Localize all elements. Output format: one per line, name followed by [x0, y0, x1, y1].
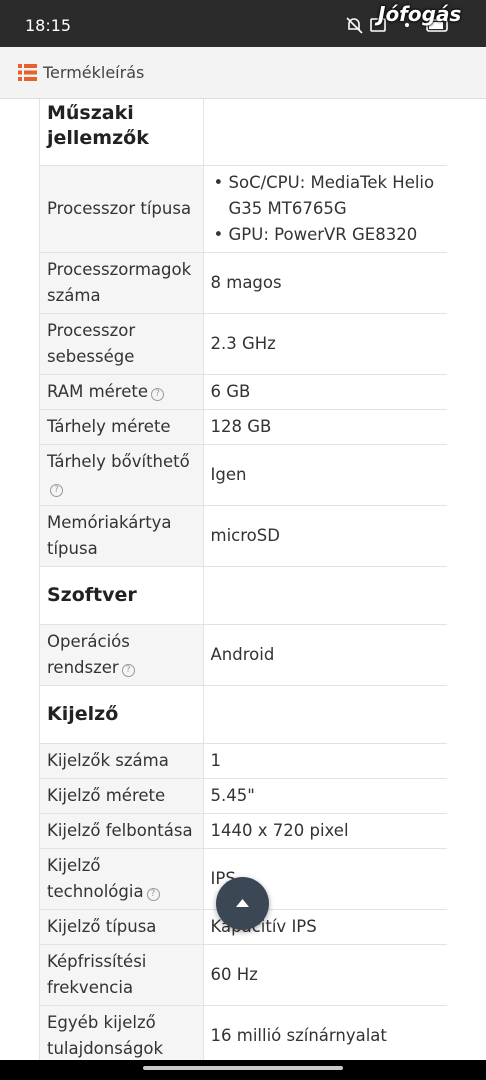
section-empty-cell — [203, 685, 447, 744]
value-text: 16 millió színárnyalat — [210, 1026, 387, 1045]
label-text: Tárhely mérete — [47, 417, 171, 436]
spec-row: Kijelző felbontása 1440 x 720 pixel — [40, 813, 447, 849]
spec-row: Processzormagok száma 8 magos — [40, 252, 447, 314]
label-text: Szoftver — [47, 584, 137, 606]
label-text: RAM mérete — [47, 382, 148, 401]
label-text: Tárhely bővíthető — [47, 452, 190, 471]
value-text: 128 GB — [210, 417, 272, 436]
help-icon[interactable]: ? — [121, 664, 135, 677]
section-empty-cell — [203, 99, 447, 166]
spec-row: Képfrissítési frekvencia 60 Hz — [40, 944, 447, 1006]
label-text: Kijelző típusa — [47, 917, 157, 936]
spec-label: RAM mérete? — [40, 374, 204, 410]
spec-label: Kijelzők száma — [40, 743, 204, 779]
value-text: Igen — [210, 465, 247, 484]
value-bullet-list: SoC/CPU: MediaTek Helio G35 MT6765GGPU: … — [211, 170, 442, 248]
value-text: 60 Hz — [210, 965, 258, 984]
help-icon[interactable]: ? — [146, 888, 160, 901]
spec-value: 8 magos — [203, 252, 447, 314]
spec-value: 2.3 GHz — [203, 313, 447, 375]
spec-row: Kijelző mérete 5.45" — [40, 778, 447, 814]
label-text: Kijelző mérete — [47, 786, 166, 805]
spec-label: Memóriakártya típusa — [40, 505, 204, 567]
arrow-up-icon — [236, 899, 249, 907]
section-header[interactable]: Termékleírás — [0, 47, 486, 99]
spec-label: Egyéb kijelző tulajdonságok — [40, 1005, 204, 1060]
spec-row: Memóriakártya típusa microSD — [40, 505, 447, 567]
value-bullet-item: SoC/CPU: MediaTek Helio G35 MT6765G — [211, 170, 442, 222]
spec-row: RAM mérete? 6 GB — [40, 374, 447, 410]
value-text: 2.3 GHz — [210, 334, 276, 353]
spec-row: Tárhely bővíthető? Igen — [40, 444, 447, 506]
label-text: Kijelző — [47, 703, 119, 725]
section-row: Szoftver — [40, 566, 447, 625]
section-heading: Kijelző — [40, 685, 204, 744]
spec-label: Tárhely mérete — [40, 409, 204, 445]
value-text: 1440 x 720 pixel — [210, 821, 349, 840]
spec-label: Processzor típusa — [40, 165, 204, 253]
status-bar: 18:15 Jófogás — [0, 0, 486, 47]
spec-row: Tárhely mérete 128 GB — [40, 409, 447, 445]
value-text: Android — [210, 645, 275, 664]
section-heading: Műszaki jellemzők — [40, 99, 204, 166]
spec-value: 5.45" — [203, 778, 447, 814]
spec-label: Operációs rendszer? — [40, 624, 204, 686]
value-text: 6 GB — [210, 382, 251, 401]
spec-label: Tárhely bővíthető? — [40, 444, 204, 506]
label-text: Egyéb kijelző tulajdonságok — [47, 1013, 164, 1058]
value-text: 1 — [210, 751, 222, 770]
bell-off-icon — [346, 17, 363, 34]
spec-label: Processzormagok száma — [40, 252, 204, 314]
spec-value: Igen — [203, 444, 447, 506]
label-text: Memóriakártya típusa — [47, 513, 172, 558]
spec-value: 1440 x 720 pixel — [203, 813, 447, 849]
spec-label: Képfrissítési frekvencia — [40, 944, 204, 1006]
spec-label: Kijelző mérete — [40, 778, 204, 814]
spec-value: SoC/CPU: MediaTek Helio G35 MT6765GGPU: … — [203, 165, 447, 253]
label-text: Processzor típusa — [47, 199, 192, 218]
system-nav-bar — [0, 1060, 486, 1080]
section-row: Műszaki jellemzők — [40, 99, 447, 166]
spec-row: Egyéb kijelző tulajdonságok 16 millió szí… — [40, 1005, 447, 1060]
list-icon — [18, 64, 37, 81]
value-text: 8 magos — [210, 273, 282, 292]
section-row: Kijelző — [40, 685, 447, 744]
spec-value: 60 Hz — [203, 944, 447, 1006]
label-text: Kijelző felbontása — [47, 821, 193, 840]
help-icon[interactable]: ? — [150, 388, 164, 401]
label-text: Processzormagok száma — [47, 260, 192, 305]
spec-row: Processzor típusa SoC/CPU: MediaTek Helio… — [40, 165, 447, 253]
section-empty-cell — [203, 566, 447, 625]
spec-label: Kijelző típusa — [40, 909, 204, 945]
status-time: 18:15 — [25, 16, 72, 35]
spec-row: Processzor sebessége 2.3 GHz — [40, 313, 447, 375]
spec-label: Processzor sebessége — [40, 313, 204, 375]
value-text: 5.45" — [210, 786, 255, 805]
label-text: Műszaki jellemzők — [47, 102, 149, 149]
spec-row: Operációs rendszer? Android — [40, 624, 447, 686]
spec-label: Kijelző technológia? — [40, 848, 204, 910]
value-text: microSD — [210, 526, 280, 545]
spec-value: 1 — [203, 743, 447, 779]
value-bullet-item: GPU: PowerVR GE8320 — [211, 222, 442, 248]
scroll-top-button[interactable] — [216, 877, 269, 930]
label-text: Kijelző technológia — [47, 856, 144, 901]
home-gesture-pill[interactable] — [143, 1066, 343, 1070]
spec-label: Kijelző felbontása — [40, 813, 204, 849]
label-text: Kijelzők száma — [47, 751, 169, 770]
spec-value: Android — [203, 624, 447, 686]
label-text: Képfrissítési frekvencia — [47, 952, 147, 997]
label-text: Operációs rendszer — [47, 632, 130, 677]
help-icon[interactable]: ? — [50, 484, 63, 497]
spec-value: microSD — [203, 505, 447, 567]
spec-row: Kijelzők száma 1 — [40, 743, 447, 779]
spec-value: 128 GB — [203, 409, 447, 445]
spec-value: 16 millió színárnyalat — [203, 1005, 447, 1060]
spec-value: 6 GB — [203, 374, 447, 410]
brand-watermark: Jófogás — [378, 2, 462, 26]
section-title: Termékleírás — [43, 63, 145, 82]
label-text: Processzor sebessége — [47, 321, 136, 366]
section-heading: Szoftver — [40, 566, 204, 625]
